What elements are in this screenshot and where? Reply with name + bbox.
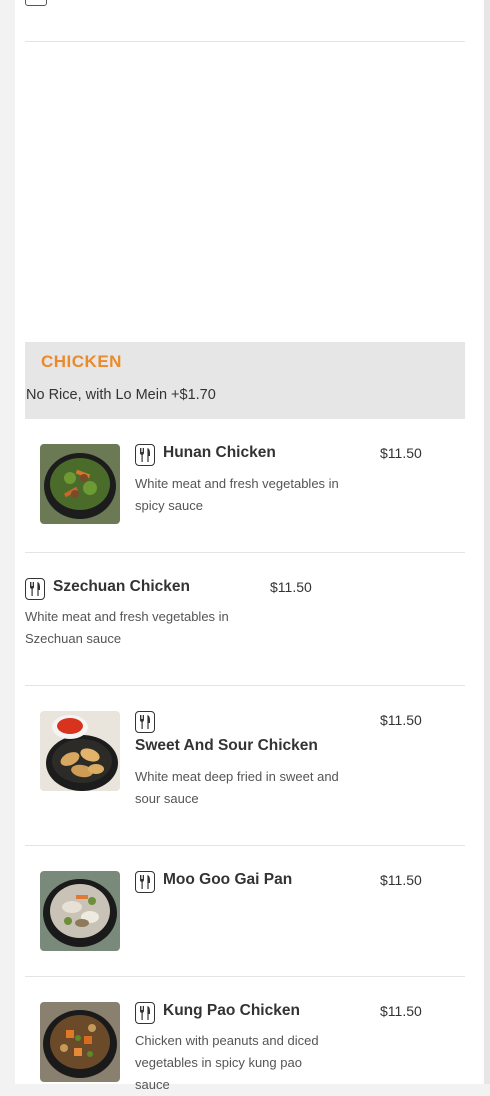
item-description: White meat and fresh vegetables in spicy… xyxy=(135,476,339,513)
item-name[interactable]: Moo Goo Gai Pan xyxy=(163,871,292,889)
item-price: $11.50 xyxy=(380,1003,422,1019)
scrollbar-track[interactable] xyxy=(484,0,490,1084)
category-title: CHICKEN xyxy=(41,352,122,371)
item-description: White meat and fresh vegetables in Szech… xyxy=(25,609,229,646)
item-price: $11.50 xyxy=(380,872,422,888)
item-photo[interactable] xyxy=(40,1002,120,1082)
item-photo[interactable] xyxy=(40,871,120,951)
item-name[interactable]: Hunan Chicken xyxy=(163,444,276,462)
fork-knife-icon xyxy=(135,444,155,466)
fork-knife-icon xyxy=(135,711,155,733)
item-name[interactable]: Sweet And Sour Chicken xyxy=(135,737,318,755)
item-description: Chicken with peanuts and diced vegetable… xyxy=(135,1033,319,1092)
item-photo[interactable] xyxy=(40,711,120,791)
fork-knife-icon xyxy=(135,1002,155,1024)
divider xyxy=(25,552,465,553)
category-header: CHICKEN No Rice, with Lo Mein +$1.70 xyxy=(25,342,465,419)
item-price: $11.50 xyxy=(380,445,422,461)
item-name[interactable]: Szechuan Chicken xyxy=(53,578,190,596)
item-price: $11.50 xyxy=(380,712,422,728)
item-price: $11.50 xyxy=(270,579,312,595)
divider xyxy=(25,845,465,846)
item-photo[interactable] xyxy=(40,444,120,524)
item-description: White meat deep fried in sweet and sour … xyxy=(135,769,339,806)
divider xyxy=(25,685,465,686)
fork-knife-icon xyxy=(25,578,45,600)
fork-knife-icon xyxy=(25,0,47,6)
fork-knife-icon xyxy=(135,871,155,893)
divider xyxy=(25,41,465,42)
menu-page: CHICKEN No Rice, with Lo Mein +$1.70 Hun… xyxy=(15,0,484,1092)
divider xyxy=(25,976,465,977)
category-note: No Rice, with Lo Mein +$1.70 xyxy=(26,387,216,403)
item-name[interactable]: Kung Pao Chicken xyxy=(163,1002,300,1020)
